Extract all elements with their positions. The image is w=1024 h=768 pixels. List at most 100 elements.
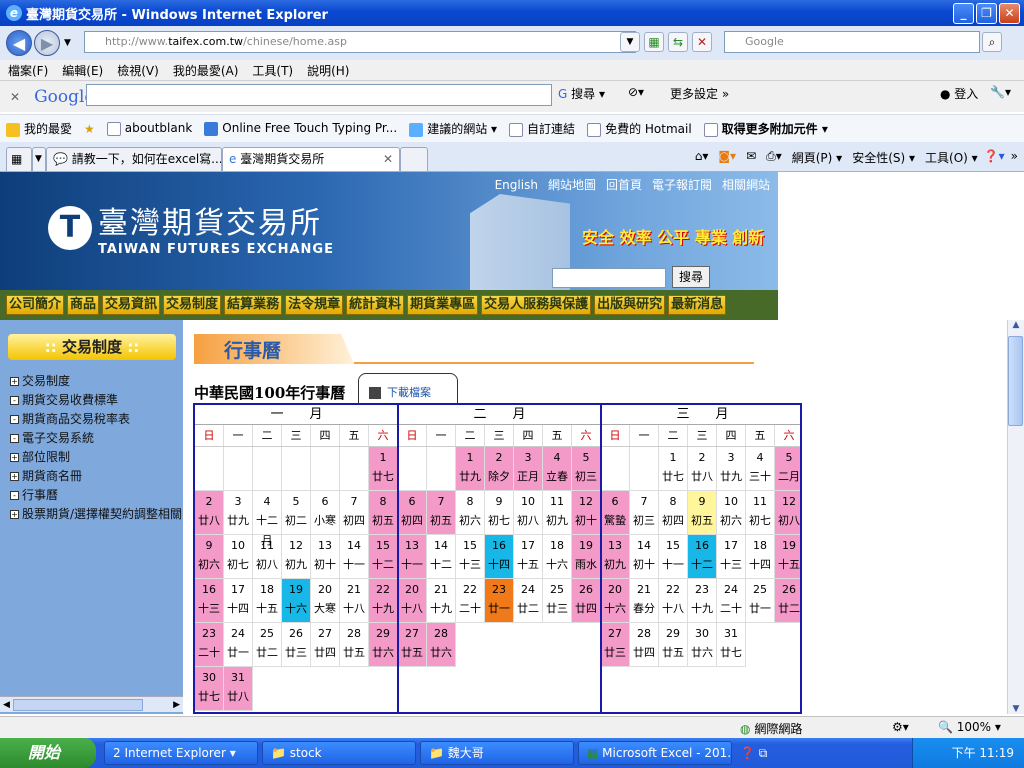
nav-regulations[interactable]: 法令規章 — [285, 295, 344, 315]
stop-icon[interactable]: ✕ — [692, 32, 712, 52]
back-button[interactable]: ◀ — [6, 30, 32, 56]
fav-suggested[interactable]: 建議的網站 ▾ — [409, 120, 497, 137]
rss-icon[interactable]: ◙▾ — [718, 149, 736, 163]
menu-help[interactable]: 說明(H) — [307, 62, 349, 79]
tab-list-dropdown[interactable]: ▼ — [32, 147, 46, 171]
calendar-day: 6 初四 — [398, 491, 427, 535]
scroll-up-icon[interactable]: ▲ — [1008, 320, 1024, 330]
calendar-day: 27 廿四 — [311, 623, 340, 667]
fav-addons[interactable]: 取得更多附加元件 ▾ — [703, 120, 828, 137]
close-toolbar-icon[interactable]: ✕ — [10, 90, 20, 104]
tools-menu[interactable]: 工具(O) ▾ — [925, 149, 978, 166]
weekday-row: 日一二三四五六 — [601, 425, 800, 447]
close-tab-icon[interactable]: ✕ — [383, 148, 393, 170]
hscroll-thumb[interactable] — [12, 698, 143, 711]
day-number: 18 — [753, 539, 767, 552]
google-search-input[interactable] — [86, 84, 552, 106]
link-newsletter[interactable]: 電子報訂閱 — [652, 176, 712, 193]
forward-button[interactable]: ▶ — [34, 30, 60, 56]
home-icon[interactable]: ⌂▾ — [695, 149, 709, 163]
tab-excel-question[interactable]: 💬 請教一下，如何在excel寫... — [46, 147, 222, 171]
protected-mode-icon[interactable]: ⚙▾ — [892, 720, 909, 734]
sidebar-item-position-limits[interactable]: + 部位限制 — [10, 448, 182, 467]
nav-trading-system[interactable]: 交易制度 — [163, 295, 222, 315]
popup-blocker-icon[interactable]: ⊘▾ — [628, 85, 644, 99]
tab-taifex[interactable]: e 臺灣期貨交易所 ✕ — [222, 147, 400, 171]
zoom-control[interactable]: 🔍 100% ▾ — [938, 720, 1001, 734]
quicklaunch-icons[interactable]: ❓ ⧉ — [740, 746, 767, 761]
restore-button[interactable]: ❐ — [976, 2, 997, 24]
nav-products[interactable]: 商品 — [67, 295, 100, 315]
search-input[interactable]: Google — [724, 31, 980, 53]
menu-view[interactable]: 檢視(V) — [117, 62, 159, 79]
quick-tabs-button[interactable]: ▦ — [6, 147, 32, 171]
nav-news[interactable]: 最新消息 — [668, 295, 727, 315]
sidebar-item-label: 期貨商名冊 — [22, 469, 83, 483]
fav-hotmail[interactable]: 免費的 Hotmail — [587, 120, 692, 137]
site-logo[interactable]: T 臺灣期貨交易所 TAIWAN FUTURES EXCHANGE — [48, 198, 334, 257]
fav-typing[interactable]: Online Free Touch Typing Pr... — [204, 121, 397, 136]
login-button[interactable]: ● 登入 — [940, 85, 978, 102]
google-search-button[interactable]: G 搜尋 ▾ — [558, 85, 605, 102]
task-excel[interactable]: ▦ Microsoft Excel - 201... — [578, 741, 732, 765]
sidebar-item-electronic[interactable]: - 電子交易系統 — [10, 429, 182, 448]
mail-icon[interactable]: ✉ — [746, 149, 756, 163]
page-menu[interactable]: 網頁(P) ▾ — [792, 149, 842, 166]
day-number: 25 — [753, 583, 767, 596]
history-dropdown-icon[interactable]: ▼ — [64, 38, 71, 48]
nav-clearing[interactable]: 結算業務 — [224, 295, 283, 315]
more-commands-icon[interactable]: » — [1011, 149, 1018, 163]
scroll-down-icon[interactable]: ▼ — [1008, 704, 1024, 714]
nav-publications[interactable]: 出版與研究 — [594, 295, 666, 315]
vscroll-thumb[interactable] — [1008, 336, 1023, 426]
link-home[interactable]: 回首頁 — [606, 176, 642, 193]
sidebar-item-fees[interactable]: - 期貨交易收費標準 — [10, 391, 182, 410]
sidebar-item-label: 交易制度 — [22, 374, 71, 388]
sidebar-item-calendar[interactable]: - 行事曆 — [10, 486, 182, 505]
nav-investor-protection[interactable]: 交易人服務與保護 — [481, 295, 592, 315]
nav-trading-info[interactable]: 交易資訊 — [102, 295, 161, 315]
menu-file[interactable]: 檔案(F) — [8, 62, 48, 79]
site-search-button[interactable]: 搜尋 — [672, 266, 710, 288]
link-related[interactable]: 相關網站 — [722, 176, 770, 193]
task-stock[interactable]: 📁 stock — [262, 741, 416, 765]
refresh-icon[interactable]: ⇆ — [668, 32, 688, 52]
fav-aboutblank[interactable]: aboutblank — [106, 121, 192, 136]
nav-industry[interactable]: 期貨業專區 — [407, 295, 479, 315]
sidebar-item-tax[interactable]: - 期貨商品交易稅率表 — [10, 410, 182, 429]
link-sitemap[interactable]: 網站地圖 — [548, 176, 596, 193]
scroll-left-icon[interactable]: ◀ — [0, 700, 13, 710]
task-folder[interactable]: 📁 魏大哥 — [420, 741, 574, 765]
sidebar-hscrollbar[interactable]: ◀ ▶ — [0, 696, 183, 712]
print-icon[interactable]: ⎙▾ — [766, 149, 782, 164]
menu-edit[interactable]: 編輯(E) — [62, 62, 103, 79]
close-window-button[interactable]: ✕ — [999, 2, 1020, 24]
more-settings-button[interactable]: 更多設定 » — [670, 85, 729, 102]
sidebar-item-trading-system[interactable]: + 交易制度 — [10, 372, 182, 391]
sidebar-item-contract-adjust[interactable]: + 股票期貨/選擇權契約調整相關 — [10, 505, 182, 524]
nav-statistics[interactable]: 統計資料 — [346, 295, 405, 315]
menu-tools[interactable]: 工具(T) — [252, 62, 293, 79]
wrench-icon[interactable]: 🔧▾ — [990, 85, 1011, 99]
calendar-day: 5 初二 — [282, 491, 311, 535]
task-ie[interactable]: 2 Internet Explorer ▾ — [104, 741, 258, 765]
minimize-button[interactable]: _ — [953, 2, 974, 24]
menu-favorites[interactable]: 我的最愛(A) — [173, 62, 239, 79]
sidebar-item-brokers[interactable]: + 期貨商名冊 — [10, 467, 182, 486]
add-favorite-icon[interactable]: ★ — [84, 122, 95, 136]
search-go-icon[interactable]: ⌕ — [982, 32, 1002, 52]
url-dropdown-icon[interactable]: ▼ — [620, 32, 640, 52]
site-search-input[interactable] — [552, 268, 666, 288]
fav-custom-links[interactable]: 自訂連結 — [509, 120, 575, 137]
safety-menu[interactable]: 安全性(S) ▾ — [852, 149, 915, 166]
help-icon[interactable]: ❓▾ — [984, 149, 1005, 163]
start-button[interactable]: 開始 — [0, 738, 96, 768]
lunar-date: 十一 — [401, 558, 423, 571]
address-input[interactable]: http://www.taifex.com.tw/chinese/home.as… — [84, 31, 636, 53]
favorites-button[interactable]: 我的最愛 — [6, 120, 72, 137]
nav-company[interactable]: 公司簡介 — [6, 295, 65, 315]
scroll-right-icon[interactable]: ▶ — [170, 700, 183, 710]
link-english[interactable]: English — [495, 178, 538, 192]
compat-view-icon[interactable]: ▦ — [644, 32, 664, 52]
new-tab-button[interactable] — [400, 147, 428, 171]
